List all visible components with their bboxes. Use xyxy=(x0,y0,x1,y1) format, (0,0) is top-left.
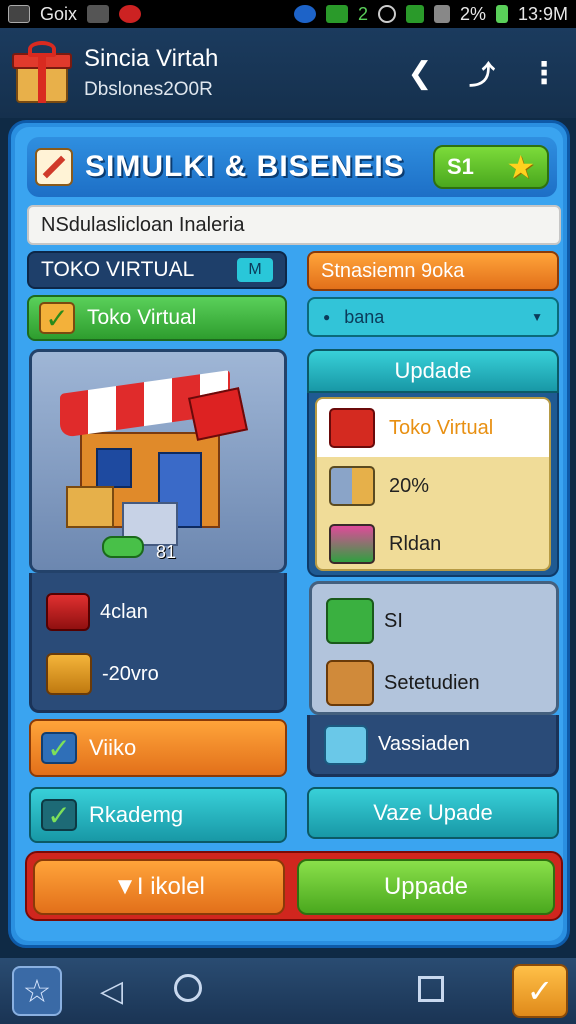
update-header: Updade xyxy=(307,349,559,393)
cart-icon xyxy=(46,653,92,695)
store-tag[interactable]: M xyxy=(237,258,273,282)
update-list: Toko Virtual 20% Rldan xyxy=(307,393,559,577)
wifi-icon xyxy=(405,5,424,23)
dropdown-value: bana xyxy=(344,306,385,327)
item-2-label: Setetudien xyxy=(384,671,480,694)
store-count: 81 xyxy=(156,542,177,562)
nav-recent-icon[interactable] xyxy=(418,976,444,1002)
gift-box-icon xyxy=(329,408,375,448)
item-row-3[interactable]: Vassiaden xyxy=(307,715,559,777)
search-input[interactable]: NSdulaslicloan Inaleria xyxy=(27,205,561,245)
nav-back-icon[interactable]: ◁ xyxy=(100,974,123,1009)
check-icon: ✓ xyxy=(41,732,77,764)
stat-row-1: 4clan xyxy=(46,593,148,631)
navigation-bar: ☆ ◁ ✓ xyxy=(0,958,576,1024)
stat-1-value: 4clan xyxy=(100,600,148,623)
cash-roll-icon xyxy=(102,536,144,558)
clock: 13:9M xyxy=(517,3,568,24)
toko-virtual-button[interactable]: ✓ Toko Virtual xyxy=(27,295,287,341)
store-illustration: 81 xyxy=(29,349,287,573)
app-subtitle: Dbslones2O0R xyxy=(84,79,213,100)
toko-virtual-label: Toko Virtual xyxy=(87,306,197,329)
panel-title-bar: SIMULKI & BISENEIS S1 ★ xyxy=(27,137,557,197)
app-title: Sincia Virtah xyxy=(84,45,219,72)
stat-row-2: -20vro xyxy=(46,653,159,695)
coins-icon xyxy=(329,466,375,506)
uppade-button[interactable]: Uppade xyxy=(297,859,555,915)
pencil-icon xyxy=(35,148,73,186)
app-icon xyxy=(325,5,348,23)
panel-title: SIMULKI & BISENEIS xyxy=(85,150,405,183)
item-row-1[interactable]: SI xyxy=(326,598,403,644)
items-card: SI Setetudien xyxy=(309,581,559,715)
status-center-text: 2 xyxy=(357,3,368,24)
notification-icon xyxy=(8,5,30,23)
wallet-icon xyxy=(329,524,375,564)
storage-box-icon xyxy=(324,724,368,765)
update-item-label: Toko Virtual xyxy=(389,416,494,439)
back-icon[interactable]: ❮ xyxy=(406,57,434,90)
bullet-icon: ● xyxy=(323,310,331,324)
share-icon[interactable]: ⤴ xyxy=(468,59,496,90)
app-bar: Sincia Virtah Dbslones2O0R ❮ ⤴ ⋮ xyxy=(0,28,576,118)
nav-home-icon[interactable] xyxy=(174,974,202,1002)
update-item[interactable]: 20% xyxy=(317,457,549,515)
battery-icon xyxy=(495,5,508,23)
image-icon xyxy=(87,5,110,23)
item-3-label: Vassiaden xyxy=(378,733,470,755)
battery-text: 2% xyxy=(459,3,486,24)
money-icon xyxy=(326,598,374,644)
star-icon: ★ xyxy=(506,149,535,185)
gift-icon xyxy=(12,41,72,105)
bluetooth-icon xyxy=(293,5,316,23)
chevron-down-icon: ▼ xyxy=(531,310,543,324)
crate-icon xyxy=(66,486,114,528)
vaze-upade-button[interactable]: Vaze Upade xyxy=(307,787,559,839)
shield-icon xyxy=(119,5,142,23)
update-item[interactable]: Rldan xyxy=(317,515,549,569)
coin-button[interactable]: S1 ★ xyxy=(433,145,549,189)
item-row-2[interactable]: Setetudien xyxy=(326,660,480,706)
stats-card: 4clan -20vro xyxy=(29,573,287,713)
rkademg-button[interactable]: ✓ Rkademg xyxy=(29,787,287,843)
category-dropdown[interactable]: ● bana ▼ xyxy=(307,297,559,337)
update-item[interactable]: Toko Virtual xyxy=(317,399,549,457)
update-item-label: 20% xyxy=(389,474,430,497)
viiko-button[interactable]: ✓ Viiko xyxy=(29,719,287,777)
stat-2-value: -20vro xyxy=(102,662,159,685)
package-icon xyxy=(326,660,374,706)
stamp-icon xyxy=(46,593,90,631)
check-icon: ✓ xyxy=(41,799,77,831)
checklist-icon[interactable]: ✓ xyxy=(512,964,568,1018)
store-label: TOKO VIRTUAL xyxy=(41,258,195,281)
stnasiemn-button[interactable]: Stnasiemn 9oka xyxy=(307,251,559,291)
star-icon[interactable]: ☆ xyxy=(12,966,62,1016)
signal-icon xyxy=(433,5,450,23)
coin-label: S1 xyxy=(447,154,474,179)
viiko-label: Viiko xyxy=(89,735,137,760)
status-bar: Goix 2 2% 13:9M xyxy=(0,0,576,28)
bottom-action-bar: ▼I ikolel Uppade xyxy=(25,851,563,921)
store-label-bar: TOKO VIRTUAL M xyxy=(27,251,287,289)
status-left-text: Goix xyxy=(40,3,78,24)
main-panel: SIMULKI & BISENEIS S1 ★ NSdulaslicloan I… xyxy=(8,120,570,948)
check-icon: ✓ xyxy=(39,302,75,334)
rkademg-label: Rkademg xyxy=(89,802,184,827)
ikolel-button[interactable]: ▼I ikolel xyxy=(33,859,285,915)
update-item-label: Rldan xyxy=(389,532,442,555)
sync-icon xyxy=(377,5,396,23)
more-icon[interactable]: ⋮ xyxy=(529,57,559,90)
item-1-label: SI xyxy=(384,609,403,632)
